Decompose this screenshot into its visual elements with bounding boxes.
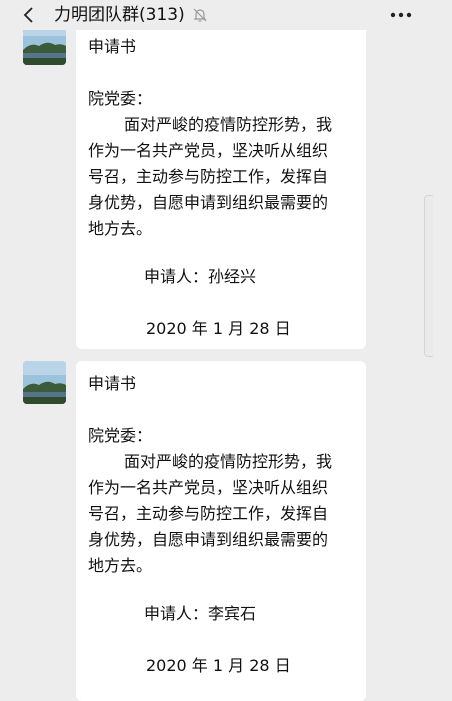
message-body-line: 身优势，自愿申请到组织最需要的 [88, 193, 329, 212]
chat-header: 力明团队群(313) [0, 0, 452, 30]
more-dots-icon[interactable] [390, 12, 412, 18]
message-signature: 申请人：李宾石 [144, 604, 257, 623]
message-body-line: 地方去。 [88, 556, 153, 575]
bell-off-icon [193, 8, 207, 22]
watermark: 9.com.cn [371, 664, 448, 682]
message-body-line: 地方去。 [88, 219, 153, 238]
message-bubble[interactable]: 申请书 院党委： 面对严峻的疫情防控形势，我 作为一名共产党员，坚决听从组织 号… [76, 361, 366, 701]
message-body-line: 身优势，自愿申请到组织最需要的 [88, 530, 329, 549]
message-greeting: 院党委： [88, 426, 153, 445]
message-body-line: 作为一名共产党员，坚决听从组织 [88, 141, 329, 160]
chat-title: 力明团队群(313) [54, 5, 185, 25]
avatar[interactable] [23, 361, 66, 404]
message-heading: 申请书 [88, 37, 137, 56]
message-greeting: 院党委： [88, 89, 153, 108]
message-body-line: 号召，主动参与防控工作，发挥自 [88, 167, 329, 186]
message-body-line: 号召，主动参与防控工作，发挥自 [88, 504, 329, 523]
message-body-line: 面对严峻的疫情防控形势，我 [124, 452, 333, 471]
message-bubble[interactable]: 申请书 院党委： 面对严峻的疫情防控形势，我 作为一名共产党员，坚决听从组织 号… [76, 22, 366, 349]
message-body-line: 面对严峻的疫情防控形势，我 [124, 115, 333, 134]
chevron-left-icon[interactable] [22, 7, 36, 23]
scroll-handle[interactable] [424, 195, 433, 357]
message-date: 2020 年 1 月 28 日 [146, 319, 291, 338]
landscape-avatar-icon [23, 361, 66, 404]
message-date: 2020 年 1 月 28 日 [146, 656, 291, 675]
message-heading: 申请书 [88, 374, 137, 393]
message-signature: 申请人：孙经兴 [144, 267, 257, 286]
message-body-line: 作为一名共产党员，坚决听从组织 [88, 478, 329, 497]
